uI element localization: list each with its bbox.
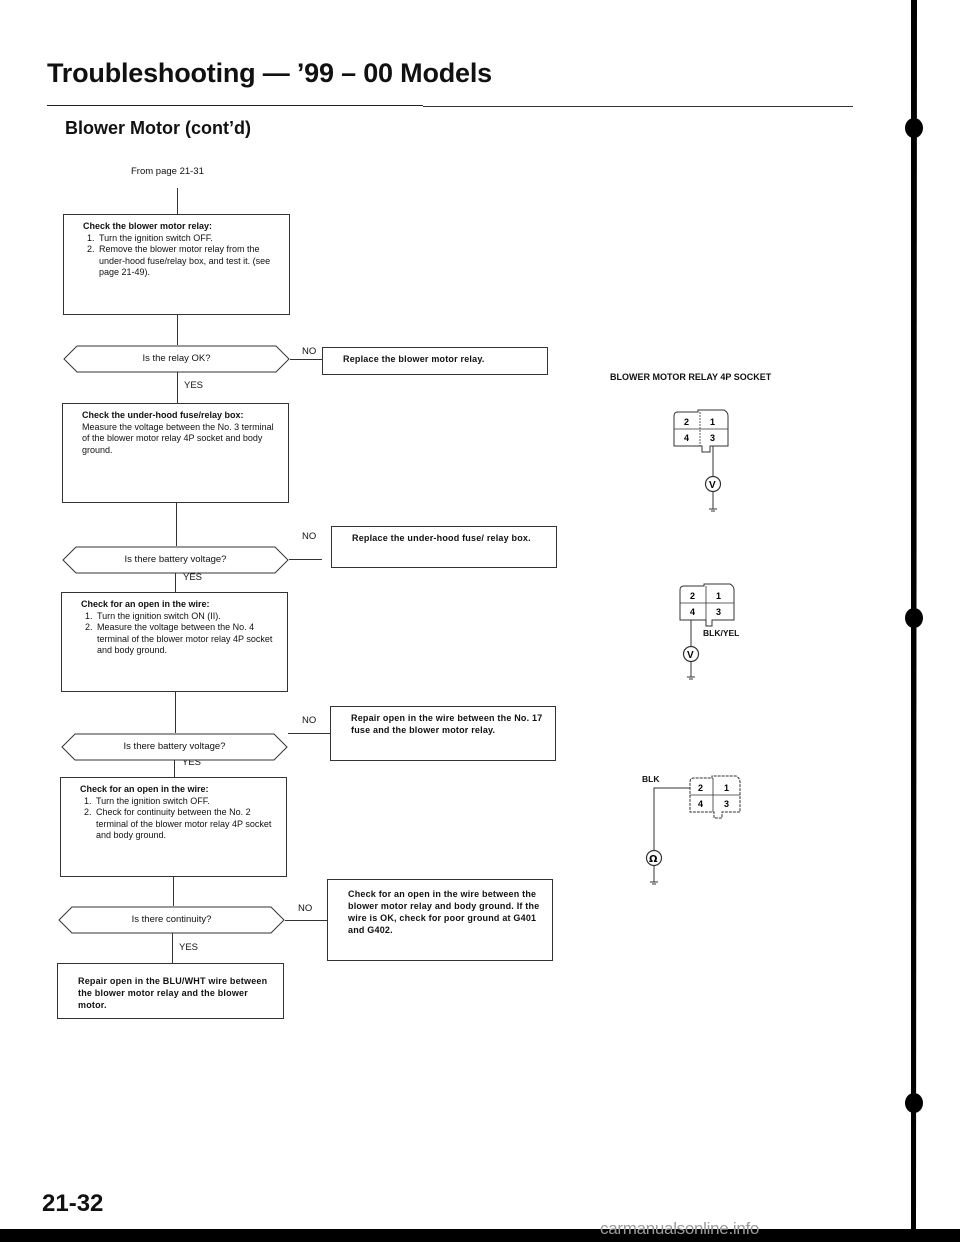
binding-spine	[905, 0, 923, 1229]
connector-diagram-terminal-2: BLK 2 1 4 3 Ω	[640, 770, 760, 890]
decision-question: Is there battery voltage?	[124, 554, 227, 565]
step-heading: Check the blower motor relay:	[83, 221, 213, 231]
bottom-bar	[0, 1229, 960, 1242]
terminal-label: 1	[724, 783, 729, 793]
decision-battery-voltage-2: Is there battery voltage?	[61, 733, 288, 761]
no-connector	[290, 359, 323, 360]
no-label: NO	[302, 715, 317, 726]
page-number: 21-32	[42, 1190, 104, 1217]
binding-hole-icon	[905, 118, 923, 138]
section-subtitle: Blower Motor (cont’d)	[65, 118, 251, 138]
relay-socket-icon: 2 1 4 3 V	[673, 409, 729, 512]
no-connector	[289, 559, 322, 560]
action-text: Repair open in the BLU/WHT wire between …	[78, 976, 268, 1010]
decision-question: Is there battery voltage?	[123, 741, 226, 752]
flow-connector	[173, 877, 174, 906]
step-item: Measure the voltage between the No. 4 te…	[95, 622, 277, 657]
terminal-label: 3	[716, 607, 721, 617]
terminal-label: 1	[716, 591, 721, 601]
no-connector	[285, 920, 328, 921]
ohmmeter-icon: Ω	[649, 854, 658, 865]
step-box-check-open-wire-2: Check for an open in the wire: Turn the …	[60, 777, 287, 877]
step-item: Turn the ignition switch ON (II).	[95, 611, 277, 623]
from-page-ref: From page 21-31	[131, 166, 204, 177]
decision-question: Is the relay OK?	[142, 353, 211, 364]
voltmeter-icon: V	[709, 480, 716, 491]
wire-color-label: BLK	[642, 774, 660, 784]
step-box-check-relay: Check the blower motor relay: Turn the i…	[63, 214, 290, 315]
terminal-label: 3	[724, 799, 729, 809]
terminal-label: 2	[690, 591, 695, 601]
connector-diagram-terminal-4: 2 1 4 3 V BLK/YEL	[678, 582, 778, 692]
flow-connector	[177, 315, 178, 345]
decision-question: Is there continuity?	[131, 914, 212, 925]
step-item: Check for continuity between the No. 2 t…	[94, 807, 276, 842]
flow-connector	[176, 503, 177, 546]
decision-relay-ok: Is the relay OK?	[63, 345, 290, 373]
decision-battery-voltage-1: Is there battery voltage?	[62, 546, 289, 574]
no-label: NO	[302, 531, 317, 542]
step-item: Turn the ignition switch OFF.	[94, 796, 276, 808]
terminal-label: 2	[684, 417, 689, 427]
terminal-label: 4	[684, 433, 689, 443]
step-box-check-fuse-box: Check the under-hood fuse/relay box: Mea…	[62, 403, 289, 503]
voltmeter-icon: V	[687, 650, 694, 661]
title-rule-right	[423, 106, 853, 107]
action-repair-blu-wht-wire: Repair open in the BLU/WHT wire between …	[57, 963, 284, 1019]
title-rule	[47, 105, 423, 106]
step-heading: Check the under-hood fuse/relay box:	[82, 410, 244, 420]
step-item: Turn the ignition switch OFF.	[97, 233, 279, 245]
terminal-label: 3	[710, 433, 715, 443]
terminal-label: 4	[698, 799, 703, 809]
action-text: Repair open in the wire between the No. …	[351, 713, 543, 735]
terminal-label: 1	[710, 417, 715, 427]
diagram-title: BLOWER MOTOR RELAY 4P SOCKET	[610, 372, 772, 382]
no-label: NO	[298, 903, 313, 914]
no-connector	[288, 733, 331, 734]
step-body: Measure the voltage between the No. 3 te…	[82, 421, 274, 455]
flow-connector	[175, 692, 176, 733]
watermark: carmanualsonline.info	[600, 1219, 760, 1238]
wire-color-label: BLK/YEL	[703, 628, 740, 638]
action-check-ground: Check for an open in the wire between th…	[327, 879, 553, 961]
step-heading: Check for an open in the wire:	[81, 599, 210, 609]
page-title: Troubleshooting — ’99 – 00 Models	[47, 58, 492, 88]
action-replace-relay: Replace the blower motor relay.	[322, 347, 548, 375]
step-box-check-open-wire-4: Check for an open in the wire: Turn the …	[61, 592, 288, 692]
flow-connector	[175, 573, 176, 592]
action-text: Check for an open in the wire between th…	[348, 889, 540, 935]
relay-socket-icon: 2 1 4 3 Ω	[645, 775, 741, 885]
action-text: Replace the under-hood fuse/ relay box.	[352, 533, 531, 543]
decision-continuity: Is there continuity?	[58, 906, 285, 934]
binding-hole-icon	[905, 608, 923, 628]
flow-connector	[177, 188, 178, 214]
yes-label: YES	[184, 380, 204, 391]
connector-diagram-terminal-3: 2 1 4 3 V	[672, 408, 732, 528]
no-label: NO	[302, 346, 317, 357]
action-text: Replace the blower motor relay.	[343, 354, 485, 364]
terminal-label: 2	[698, 783, 703, 793]
binding-hole-icon	[905, 1093, 923, 1113]
terminal-label: 4	[690, 607, 695, 617]
yes-label: YES	[179, 942, 199, 953]
flow-connector	[177, 372, 178, 403]
flow-connector	[172, 933, 173, 963]
action-replace-fuse-box: Replace the under-hood fuse/ relay box.	[331, 526, 557, 568]
step-heading: Check for an open in the wire:	[80, 784, 209, 794]
action-repair-fuse-17-wire: Repair open in the wire between the No. …	[330, 706, 556, 761]
step-item: Remove the blower motor relay from the u…	[97, 244, 279, 279]
